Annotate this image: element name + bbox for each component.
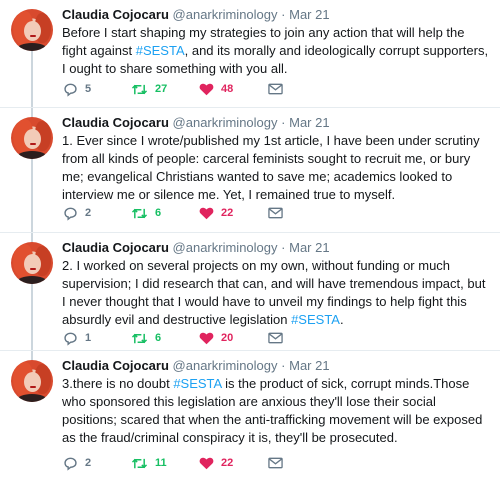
like-button[interactable]: 20: [199, 329, 233, 347]
tweet-header: Claudia Cojocaru @anarkriminology · Mar …: [62, 240, 330, 255]
retweet-icon: [131, 333, 148, 343]
user-handle[interactable]: @anarkriminology: [173, 7, 278, 22]
like-count: 22: [221, 457, 234, 469]
reply-button[interactable]: 1: [63, 329, 91, 347]
tweet-date[interactable]: Mar 21: [289, 358, 329, 373]
reply-button[interactable]: 5: [63, 80, 91, 98]
retweet-button[interactable]: 11: [131, 454, 167, 472]
tweet-text-part: 2. I worked on several projects on my ow…: [62, 258, 486, 327]
direct-message-button[interactable]: [268, 329, 283, 347]
heart-icon: [199, 332, 214, 345]
like-button[interactable]: 48: [199, 80, 233, 98]
retweet-count: 11: [155, 457, 167, 469]
tweet-actions: 2 11 22: [62, 454, 392, 472]
avatar[interactable]: [11, 360, 53, 402]
separator-dot: ·: [281, 358, 286, 373]
tweet-header: Claudia Cojocaru @anarkriminology · Mar …: [62, 7, 330, 22]
tweet-text-part: 3.there is no doubt: [62, 376, 174, 391]
hashtag-link[interactable]: #SESTA: [136, 43, 185, 58]
heart-icon: [199, 457, 214, 470]
avatar[interactable]: [11, 242, 53, 284]
separator-dot: ·: [281, 7, 286, 22]
retweet-button[interactable]: 6: [131, 329, 161, 347]
display-name[interactable]: Claudia Cojocaru: [62, 358, 169, 373]
reply-count: 2: [85, 207, 92, 219]
envelope-icon: [268, 83, 283, 95]
tweet-text-part: 1. Ever since I wrote/published my 1st a…: [62, 133, 480, 202]
tweet[interactable]: Claudia Cojocaru @anarkriminology · Mar …: [0, 108, 500, 233]
tweet[interactable]: Claudia Cojocaru @anarkriminology · Mar …: [0, 233, 500, 351]
direct-message-button[interactable]: [268, 204, 283, 222]
tweet-header: Claudia Cojocaru @anarkriminology · Mar …: [62, 358, 330, 373]
like-button[interactable]: 22: [199, 454, 233, 472]
avatar[interactable]: [11, 117, 53, 159]
retweet-count: 6: [155, 332, 162, 344]
reply-button[interactable]: 2: [63, 454, 91, 472]
like-count: 20: [221, 332, 234, 344]
envelope-icon: [268, 207, 283, 219]
reply-icon: [64, 83, 77, 97]
retweet-icon: [131, 208, 148, 218]
envelope-icon: [268, 332, 283, 344]
retweet-count: 27: [155, 83, 168, 95]
direct-message-button[interactable]: [268, 80, 283, 98]
hashtag-link[interactable]: #SESTA: [173, 376, 221, 391]
tweet-actions: 2 6 22: [62, 204, 392, 222]
tweet-text: Before I start shaping my strategies to …: [62, 24, 490, 78]
tweet-thread: Claudia Cojocaru @anarkriminology · Mar …: [0, 0, 500, 480]
tweet-date[interactable]: Mar 21: [289, 240, 329, 255]
separator-dot: ·: [281, 115, 286, 130]
hashtag-link[interactable]: #SESTA: [291, 312, 340, 327]
user-handle[interactable]: @anarkriminology: [173, 358, 278, 373]
tweet[interactable]: Claudia Cojocaru @anarkriminology · Mar …: [0, 351, 500, 480]
user-handle[interactable]: @anarkriminology: [173, 240, 278, 255]
like-button[interactable]: 22: [199, 204, 233, 222]
reply-icon: [64, 332, 77, 346]
display-name[interactable]: Claudia Cojocaru: [62, 115, 169, 130]
user-handle[interactable]: @anarkriminology: [173, 115, 278, 130]
envelope-icon: [268, 457, 283, 469]
tweet-date[interactable]: Mar 21: [289, 7, 329, 22]
tweet[interactable]: Claudia Cojocaru @anarkriminology · Mar …: [0, 0, 500, 107]
retweet-icon: [131, 84, 148, 94]
like-count: 48: [221, 83, 234, 95]
avatar[interactable]: [11, 9, 53, 51]
tweet-date[interactable]: Mar 21: [289, 115, 329, 130]
heart-icon: [199, 83, 214, 96]
reply-button[interactable]: 2: [63, 204, 91, 222]
retweet-button[interactable]: 27: [131, 80, 167, 98]
retweet-button[interactable]: 6: [131, 204, 161, 222]
separator-dot: ·: [281, 240, 286, 255]
retweet-icon: [131, 458, 148, 468]
reply-icon: [64, 457, 77, 471]
heart-icon: [199, 207, 214, 220]
tweet-text: 3.there is no doubt #SESTA is the produc…: [62, 375, 490, 447]
direct-message-button[interactable]: [268, 454, 283, 472]
tweet-text: 1. Ever since I wrote/published my 1st a…: [62, 132, 490, 204]
display-name[interactable]: Claudia Cojocaru: [62, 7, 169, 22]
reply-count: 1: [85, 332, 92, 344]
reply-count: 5: [85, 83, 92, 95]
display-name[interactable]: Claudia Cojocaru: [62, 240, 169, 255]
tweet-actions: 5 27 48: [62, 80, 392, 98]
tweet-text: 2. I worked on several projects on my ow…: [62, 257, 490, 329]
like-count: 22: [221, 207, 234, 219]
tweet-actions: 1 6 20: [62, 329, 392, 347]
tweet-header: Claudia Cojocaru @anarkriminology · Mar …: [62, 115, 330, 130]
tweet-text-part: .: [339, 312, 344, 327]
retweet-count: 6: [155, 207, 162, 219]
reply-count: 2: [85, 457, 92, 469]
reply-icon: [64, 207, 77, 221]
